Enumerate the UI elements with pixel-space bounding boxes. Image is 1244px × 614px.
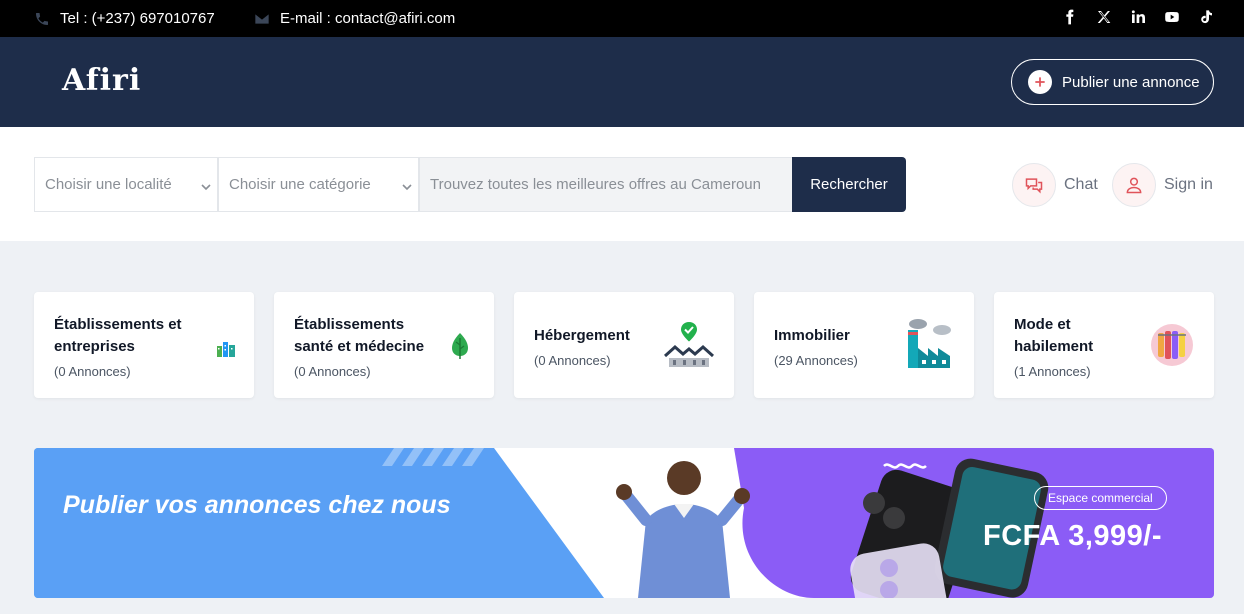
sign-in-link[interactable]: Sign in [1112,163,1213,207]
category-title: Mode et habilement [1014,316,1094,355]
leaf-icon [452,333,468,359]
category-title: Immobilier [774,327,850,344]
publish-ad-button[interactable]: Publier une annonce [1011,59,1214,105]
banner-price: FCFA 3,999/- [983,520,1162,552]
plus-circle-icon [1028,70,1052,94]
publish-ad-label: Publier une annonce [1062,73,1200,91]
search-button[interactable]: Rechercher [792,157,906,212]
youtube-icon[interactable] [1164,9,1180,25]
promo-banner[interactable]: Publier vos annonces chez nous Espace co… [34,448,1214,598]
category-count: (29 Annonces) [774,353,858,368]
chevron-down-icon [201,179,211,191]
chat-icon [1012,163,1056,207]
category-card-mode[interactable]: Mode et habilement (1 Annonces) [994,292,1214,398]
email-contact[interactable]: E-mail : contact@afiri.com [254,10,455,27]
factory-icon [908,319,951,368]
social-links [1062,9,1214,25]
chat-label: Chat [1064,176,1098,193]
category-card-hebergement[interactable]: Hébergement (0 Annonces) [514,292,734,398]
phone-text: Tel : (+237) 697010767 [60,10,215,27]
phone-icon [36,12,48,25]
fashion-icon [1151,324,1193,366]
banner-headline: Publier vos annonces chez nous [63,491,451,519]
location-select[interactable]: Choisir une localité [34,157,218,212]
user-icon [1112,163,1156,207]
category-card-etablissements[interactable]: Établissements et entreprises (0 Annonce… [34,292,254,398]
chevron-down-icon [402,179,412,191]
search-input[interactable] [419,157,793,212]
category-card-sante[interactable]: Établissements santé et médecine (0 Anno… [274,292,494,398]
chat-link[interactable]: Chat [1012,163,1098,207]
facebook-icon[interactable] [1062,9,1078,25]
phone-contact[interactable]: Tel : (+237) 697010767 [34,10,215,27]
category-card-immobilier[interactable]: Immobilier (29 Annonces) [754,292,974,398]
category-title: Établissements santé et médecine [294,316,425,355]
linkedin-icon[interactable] [1130,9,1146,25]
category-title: Hébergement [534,327,630,344]
category-count: (0 Annonces) [294,364,371,379]
category-count: (1 Annonces) [1014,364,1091,379]
envelope-icon [255,13,269,24]
main-header: Afiri Publier une annonce [0,37,1244,127]
sign-in-label: Sign in [1164,176,1213,193]
search-section: Choisir une localité Choisir une catégor… [0,127,1244,241]
email-text: E-mail : contact@afiri.com [280,10,456,27]
tiktok-icon[interactable] [1198,9,1214,25]
x-icon[interactable] [1096,9,1112,25]
site-logo[interactable]: Afiri [62,63,141,98]
houses-check-icon [664,322,714,367]
category-title: Établissements et entreprises [54,316,182,355]
category-count: (0 Annonces) [54,364,131,379]
buildings-icon [217,342,235,357]
category-count: (0 Annonces) [534,353,611,368]
category-select-value: Choisir une catégorie [229,176,371,193]
category-select[interactable]: Choisir une catégorie [218,157,419,212]
commercial-space-badge: Espace commercial [1034,486,1167,510]
top-bar: Tel : (+237) 697010767 E-mail : contact@… [0,0,1244,37]
location-select-value: Choisir une localité [45,176,172,193]
